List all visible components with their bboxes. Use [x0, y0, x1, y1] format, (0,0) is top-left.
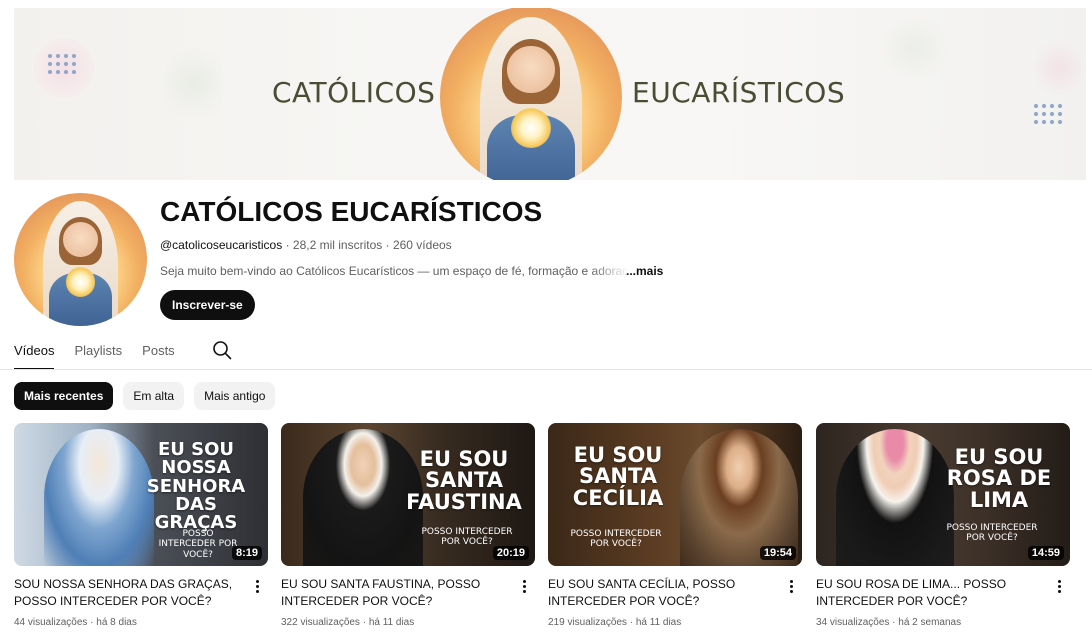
tab-posts[interactable]: Posts: [142, 338, 175, 370]
thumbnail-subtitle: POSSO INTERCEDER POR VOCÊ?: [570, 529, 662, 550]
meta-separator: ·: [382, 238, 393, 252]
video-duration: 20:19: [492, 546, 529, 560]
thumbnail-subtitle: POSSO INTERCEDER POR VOCÊ?: [946, 523, 1038, 544]
thumbnail-headline: EU SOU SANTA FAUSTINA: [406, 447, 522, 514]
thumbnail-figure: [836, 429, 954, 566]
thumbnail-subtitle: POSSO INTERCEDER POR VOCÊ?: [158, 529, 238, 560]
more-actions-icon[interactable]: [1052, 576, 1066, 596]
banner-mary-image: [440, 8, 622, 180]
thumbnail-headline: EU SOU SANTA CECÍLIA: [572, 443, 664, 510]
video-count: 260 vídeos: [392, 238, 452, 252]
thumbnail-headline: EU SOU NOSSA SENHORA DAS GRAÇAS: [146, 439, 246, 534]
more-actions-icon[interactable]: [517, 576, 531, 596]
video-card[interactable]: EU SOU SANTA FAUSTINA POSSO INTERCEDER P…: [281, 423, 535, 628]
chip-most-recent[interactable]: Mais recentes: [14, 382, 114, 410]
more-actions-icon[interactable]: [784, 576, 798, 596]
banner-decoration-flower: [1034, 38, 1084, 98]
video-thumbnail[interactable]: EU SOU NOSSA SENHORA DAS GRAÇAS POSSO IN…: [14, 423, 268, 566]
subscriber-count: 28,2 mil inscritos: [292, 238, 383, 252]
video-duration: 19:54: [759, 546, 796, 560]
video-card[interactable]: EU SOU SANTA CECÍLIA POSSO INTERCEDER PO…: [548, 423, 802, 628]
channel-banner: CATÓLICOS EUCARÍSTICOS: [14, 8, 1086, 180]
chip-popular[interactable]: Em alta: [123, 382, 185, 410]
banner-title-right: EUCARÍSTICOS: [632, 76, 846, 109]
banner-dots-pattern: [48, 54, 76, 74]
video-thumbnail[interactable]: EU SOU SANTA FAUSTINA POSSO INTERCEDER P…: [281, 423, 535, 566]
thumbnail-headline: EU SOU ROSA DE LIMA: [946, 445, 1052, 512]
video-duration: 14:59: [1027, 546, 1064, 560]
description-more-link[interactable]: ...mais: [626, 264, 663, 278]
tabs-divider: [0, 369, 1092, 370]
video-meta: 34 visualizações · há 2 semanas: [816, 617, 962, 628]
channel-meta: @catolicoseucaristicos · 28,2 mil inscri…: [160, 238, 452, 252]
video-title[interactable]: EU SOU ROSA DE LIMA... POSSO INTERCEDER …: [816, 576, 1042, 610]
tab-videos[interactable]: Vídeos: [14, 338, 55, 370]
channel-avatar[interactable]: [14, 193, 147, 326]
more-actions-icon[interactable]: [250, 576, 264, 596]
video-card[interactable]: EU SOU NOSSA SENHORA DAS GRAÇAS POSSO IN…: [14, 423, 268, 628]
banner-dots-pattern: [1034, 104, 1062, 124]
chip-oldest[interactable]: Mais antigo: [194, 382, 276, 410]
video-thumbnail[interactable]: EU SOU SANTA CECÍLIA POSSO INTERCEDER PO…: [548, 423, 802, 566]
video-title[interactable]: EU SOU SANTA FAUSTINA, POSSO INTERCEDER …: [281, 576, 507, 610]
channel-name: CATÓLICOS EUCARÍSTICOS: [160, 196, 543, 227]
meta-separator: ·: [282, 238, 293, 252]
sort-chips: Mais recentes Em alta Mais antigo: [14, 382, 276, 410]
description-fade: [590, 262, 630, 280]
banner-decoration-leaf: [874, 18, 954, 78]
subscribe-button[interactable]: Inscrever-se: [160, 290, 255, 320]
video-meta: 219 visualizações · há 11 dias: [548, 617, 682, 628]
tab-playlists[interactable]: Playlists: [74, 338, 122, 370]
banner-decoration-leaf: [164, 38, 224, 128]
video-title[interactable]: EU SOU SANTA CECÍLIA, POSSO INTERCEDER P…: [548, 576, 774, 610]
video-duration: 8:19: [231, 546, 262, 560]
banner-title-left: CATÓLICOS: [272, 76, 436, 109]
video-thumbnail[interactable]: EU SOU ROSA DE LIMA POSSO INTERCEDER POR…: [816, 423, 1070, 566]
video-card[interactable]: EU SOU ROSA DE LIMA POSSO INTERCEDER POR…: [816, 423, 1070, 628]
video-meta: 322 visualizações · há 11 dias: [281, 617, 415, 628]
channel-tabs: Vídeos Playlists Posts: [14, 338, 175, 370]
video-meta: 44 visualizações · há 8 dias: [14, 617, 137, 628]
channel-handle[interactable]: @catolicoseucaristicos: [160, 238, 282, 252]
video-title[interactable]: SOU NOSSA SENHORA DAS GRAÇAS, POSSO INTE…: [14, 576, 240, 610]
channel-description[interactable]: Seja muito bem-vindo ao Católicos Eucarí…: [160, 264, 630, 278]
search-icon[interactable]: [212, 340, 232, 360]
thumbnail-subtitle: POSSO INTERCEDER POR VOCÊ?: [421, 527, 513, 548]
